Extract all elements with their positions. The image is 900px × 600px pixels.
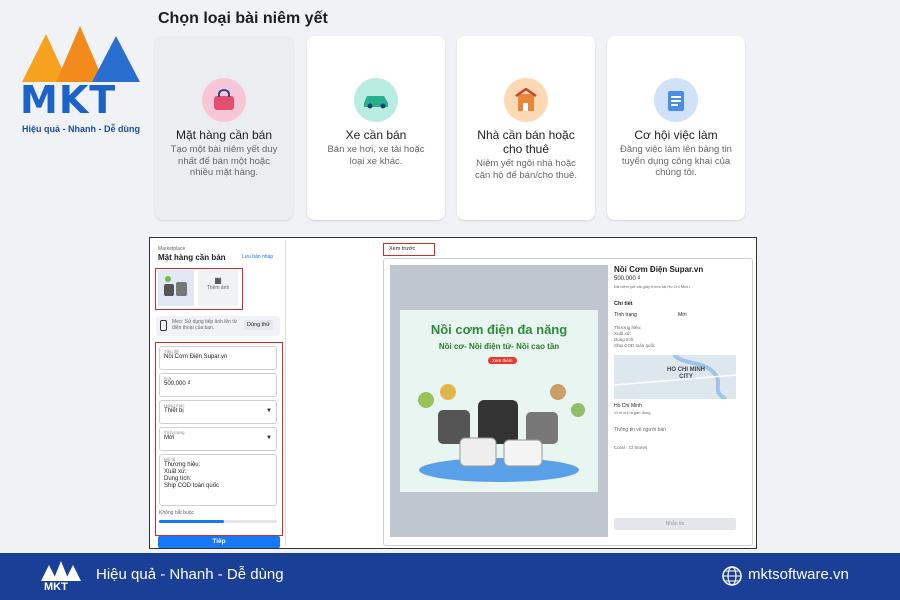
field-value: Nồi Cơm Điện Supar.vn xyxy=(164,354,228,360)
card-title: Nhà cần bán hoặc cho thuê xyxy=(477,128,575,156)
field-value: Thiết bị xyxy=(164,408,184,414)
description-line: Xuất xứ: xyxy=(164,469,187,475)
preview-card: Nồi cơm điện đa năng Nồi cơ- Nồi điện tử… xyxy=(383,258,753,546)
preview-item-meta: Đã niêm yết vài giây trước tại Hồ Chí Mi… xyxy=(614,284,690,289)
condition-select[interactable]: Tình trạng Mới ▼ xyxy=(159,427,277,451)
preview-description: Thương hiệu: Xuất xứ: Dung tích: Ship CO… xyxy=(614,325,655,349)
listing-type-card-vehicle[interactable]: Xe cần bán Bán xe hơi, xe tải hoặc loại … xyxy=(307,36,445,220)
add-photo-label: Thêm ảnh xyxy=(206,285,230,291)
progress-fill xyxy=(159,520,224,523)
map-label: HO CHI MINH CITY xyxy=(667,367,705,380)
title-field[interactable]: Tiêu đề Nồi Cơm Điện Supar.vn xyxy=(159,346,277,370)
try-button[interactable]: Dùng thử xyxy=(244,320,273,330)
listing-form-screenshot: Marketplace Mặt hàng cần bán Lưu bản nhá… xyxy=(149,237,757,549)
location-name: Hồ Chí Minh xyxy=(614,403,642,409)
progress-label: Không bắt buộc xyxy=(159,510,195,516)
form-panel: Marketplace Mặt hàng cần bán Lưu bản nhá… xyxy=(152,240,286,548)
banner-subtitle: Nồi cơ- Nồi điện tử- Nồi cao tần xyxy=(438,342,560,351)
card-title: Cơ hội việc làm xyxy=(634,128,718,142)
price-field[interactable]: Giá 500.000 ₫ xyxy=(159,373,277,397)
location-map: HO CHI MINH CITY xyxy=(614,355,736,399)
footer-tagline: Hiệu quả - Nhanh - Dễ dùng xyxy=(96,566,284,583)
field-value: 500.000 ₫ xyxy=(164,381,191,387)
card-title: Mặt hàng cần bán xyxy=(175,128,273,142)
listing-type-card-job[interactable]: Cơ hội việc làm Đăng việc làm lên bảng t… xyxy=(607,36,745,220)
card-desc: Tạo một bài niêm yết duy nhất để bán một… xyxy=(170,144,278,178)
card-desc: Bán xe hơi, xe tải hoặc loại xe khác. xyxy=(327,144,425,167)
footer-website-link[interactable]: mktsoftware.vn xyxy=(748,566,849,583)
preview-image-area: Nồi cơm điện đa năng Nồi cơ- Nồi điện tử… xyxy=(390,265,608,537)
card-desc: Niêm yết ngôi nhà hoặc căn hộ để bán/cho… xyxy=(475,158,577,181)
save-draft-button[interactable]: Lưu bản nháp xyxy=(242,254,273,260)
progress-track xyxy=(159,520,277,523)
add-photo-icon: ▦ xyxy=(214,276,222,285)
field-value: Mới xyxy=(164,435,175,441)
description-line: Thương hiệu: xyxy=(164,462,201,468)
house-icon xyxy=(504,78,548,122)
banner-badge: Xem thêm xyxy=(488,357,517,364)
location-sub: Vị trí chỉ là gần đúng xyxy=(614,410,651,415)
rice-cooker-illustration-icon xyxy=(418,384,585,482)
add-photo-button[interactable]: ▦ Thêm ảnh xyxy=(198,270,238,306)
phone-tip-text: Mẹo: Sử dụng tiếp ảnh lên từ điện thoại … xyxy=(172,319,238,331)
details-label: Chi tiết xyxy=(614,301,633,307)
chevron-down-icon: ▼ xyxy=(266,408,272,414)
footer-bar: MKT Hiệu quả - Nhanh - Dễ dùng mktsoftwa… xyxy=(0,553,900,600)
page-title: Chọn loại bài niêm yết xyxy=(158,10,328,27)
description-line: Ship COD toàn quốc xyxy=(614,343,656,348)
description-field[interactable]: Mô tả Thương hiệu: Xuất xứ: Dung tích: S… xyxy=(159,454,277,506)
product-banner: Nồi cơm điện đa năng Nồi cơ- Nồi điện tử… xyxy=(400,310,598,492)
banner-title: Nồi cơm điện đa năng xyxy=(430,322,568,337)
description-line: Dung tích: xyxy=(164,476,192,482)
product-photo-thumbnail[interactable] xyxy=(158,270,194,306)
condition-value: Mới xyxy=(678,312,687,318)
breadcrumb: Marketplace xyxy=(158,246,186,252)
preview-item-price: 500.000 ₫ xyxy=(614,276,641,282)
category-select[interactable]: Hạng mục Thiết bị ▼ xyxy=(159,400,277,424)
logo-wordmark: MKT xyxy=(20,78,117,122)
chevron-down-icon: ▼ xyxy=(266,435,272,441)
globe-icon xyxy=(722,566,742,586)
send-message-button[interactable]: Nhắn tin xyxy=(614,518,736,530)
preview-label: Xem trước xyxy=(389,246,416,252)
footer-logo-wordmark: MKT xyxy=(44,581,68,593)
form-title: Mặt hàng cần bán xyxy=(158,253,226,262)
phone-tip-box: Mẹo: Sử dụng tiếp ảnh lên từ điện thoại … xyxy=(156,316,280,336)
card-title: Xe cần bán xyxy=(345,128,407,142)
shopping-bag-icon xyxy=(202,78,246,122)
briefcase-icon xyxy=(654,78,698,122)
phone-icon xyxy=(160,320,167,331)
logo-tagline: Hiệu quả - Nhanh - Dễ dùng xyxy=(22,124,140,134)
car-icon xyxy=(354,78,398,122)
seller-label: Thông tin về người bán xyxy=(614,427,666,433)
seller-name: Coral · Cl Stores xyxy=(614,445,648,450)
footer-logo-mark-icon xyxy=(41,561,81,581)
condition-label: Tình trạng xyxy=(614,312,637,318)
card-desc: Đăng việc làm lên bảng tin tuyển dụng cô… xyxy=(620,144,732,178)
next-button[interactable]: Tiếp xyxy=(158,536,280,548)
listing-type-card-property[interactable]: Nhà cần bán hoặc cho thuê Niêm yết ngôi … xyxy=(457,36,595,220)
listing-type-card-item[interactable]: Mặt hàng cần bán Tạo một bài niêm yết du… xyxy=(155,36,293,220)
preview-item-title: Nồi Cơm Điện Supar.vn xyxy=(614,265,704,274)
description-line: Ship COD toàn quốc xyxy=(164,483,220,489)
